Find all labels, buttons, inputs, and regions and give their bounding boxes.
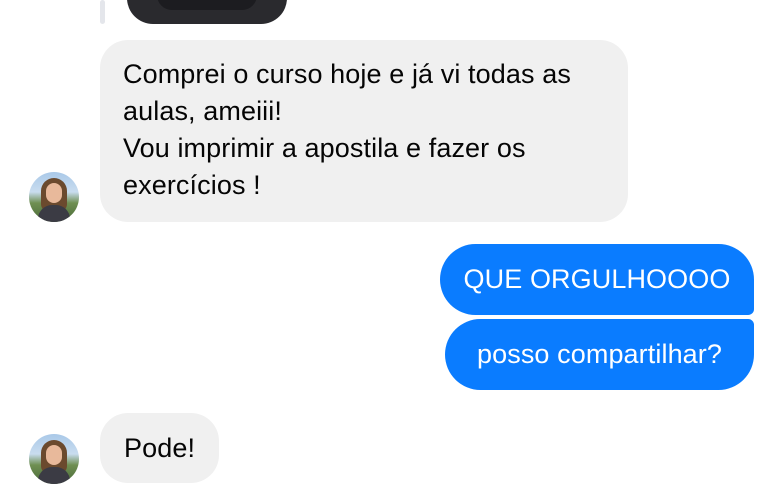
message-text-line: Comprei o curso hoje e já vi todas as	[123, 59, 571, 89]
message-text-line: Vou imprimir a apostila e fazer os	[123, 133, 526, 163]
message-thread: Comprei o curso hoje e já vi todas as au…	[0, 0, 768, 493]
reply-indicator-bar	[100, 0, 105, 24]
contact-avatar[interactable]	[29, 172, 79, 222]
message-text: QUE ORGULHOOOO	[463, 264, 731, 294]
previous-media-attachment[interactable]	[127, 0, 287, 24]
message-text-line: exercícios !	[123, 170, 261, 200]
message-bubble-incoming[interactable]: Pode!	[100, 413, 219, 483]
message-bubble-outgoing[interactable]: posso compartilhar?	[445, 319, 754, 390]
message-bubble-incoming[interactable]: Comprei o curso hoje e já vi todas as au…	[100, 40, 628, 222]
message-text: Pode!	[124, 433, 196, 463]
message-text-line: aulas, ameiii!	[123, 96, 282, 126]
contact-avatar[interactable]	[29, 434, 79, 484]
message-bubble-outgoing[interactable]: QUE ORGULHOOOO	[440, 244, 754, 315]
message-text: posso compartilhar?	[476, 339, 723, 369]
